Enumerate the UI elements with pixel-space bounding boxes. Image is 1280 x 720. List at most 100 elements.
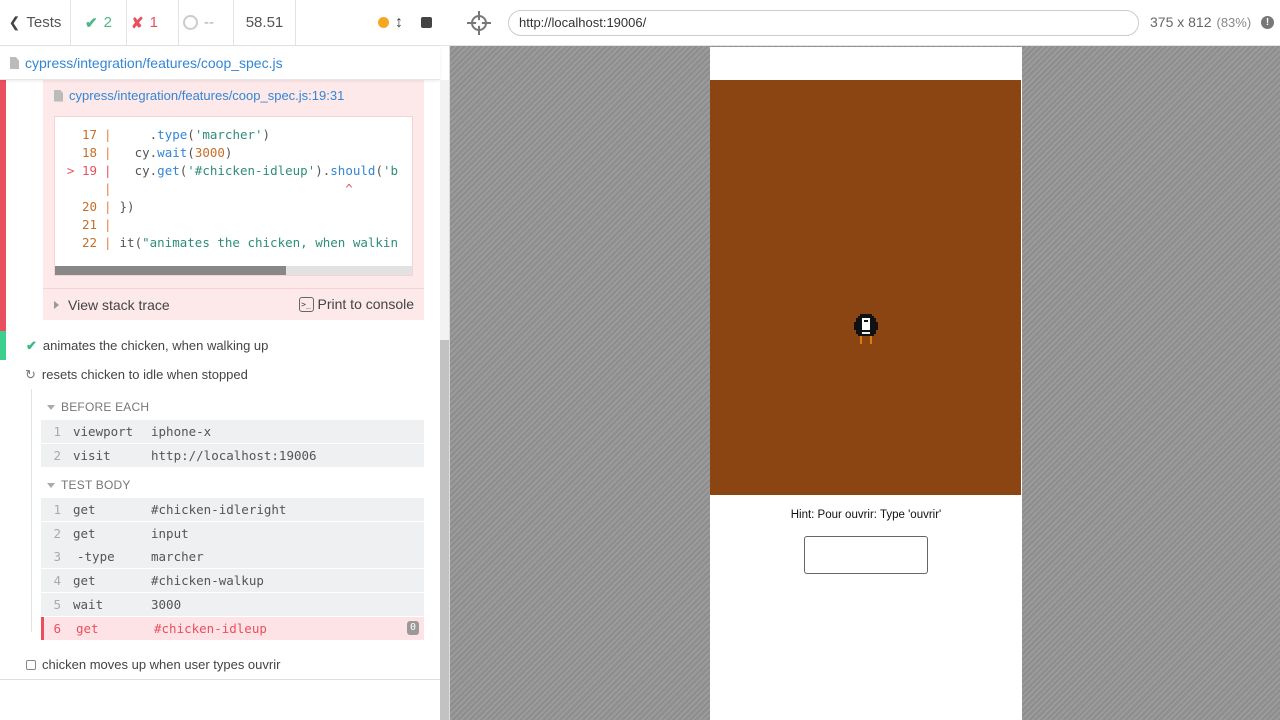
- command-row[interactable]: 4 get #chicken-walkup: [41, 569, 424, 592]
- reporter-panel: ❮ Tests ✔ 2 ✘ 1 -- 58.51 ↕ cypress/integ…: [0, 0, 450, 720]
- hook-title: TEST BODY: [61, 478, 131, 492]
- failed-test: cypress/integration/features/coop_spec.j…: [0, 80, 440, 332]
- command-message: marcher: [151, 549, 204, 564]
- stop-icon[interactable]: [421, 17, 432, 28]
- stats-bar: ❮ Tests ✔ 2 ✘ 1 -- 58.51 ↕: [0, 0, 450, 46]
- code-line-caret: | ^: [104, 181, 353, 196]
- selector-playground-icon[interactable]: [467, 11, 491, 35]
- file-icon: [54, 89, 63, 102]
- file-icon: [10, 57, 19, 69]
- hook-guide-line: [31, 389, 32, 632]
- pending-square-icon: [26, 659, 36, 670]
- failed-count[interactable]: ✘ 1: [127, 0, 179, 45]
- aut-header: http://localhost:19006/ 375 x 812 (83%) …: [450, 0, 1280, 46]
- test-title: animates the chicken, when walking up: [42, 338, 269, 353]
- pending-count[interactable]: --: [179, 0, 234, 45]
- answer-input[interactable]: [804, 536, 928, 574]
- run-controls: ↕: [296, 0, 450, 45]
- command-name: -type: [77, 549, 115, 564]
- command-row[interactable]: 2 get input: [41, 522, 424, 545]
- hook-title: BEFORE EACH: [61, 400, 150, 414]
- game-area: [710, 80, 1021, 495]
- element-count-badge: 0: [406, 621, 419, 635]
- stack-trace-row: View stack trace >_ Print to console: [43, 288, 424, 320]
- auto-scroll-icon[interactable]: ↕: [395, 14, 403, 32]
- codeframe-header: cypress/integration/features/coop_spec.j…: [54, 88, 344, 103]
- command-message: #chicken-idleup: [154, 621, 267, 636]
- terminal-icon: >_: [298, 296, 314, 312]
- duration-value: 58.51: [245, 14, 284, 31]
- command-message: iphone-x: [151, 424, 212, 439]
- info-icon[interactable]: !: [1261, 16, 1274, 29]
- spec-file-link[interactable]: cypress/integration/features/coop_spec.j…: [25, 55, 283, 71]
- print-to-console-label: Print to console: [317, 296, 415, 312]
- url-bar[interactable]: http://localhost:19006/: [508, 10, 1139, 36]
- viewport-info: 375 x 812 (83%): [1150, 14, 1251, 30]
- scrollbar-thumb[interactable]: [440, 340, 449, 720]
- code-line: 22 | it("animates the chicken, when walkin: [81, 235, 398, 250]
- codeframe-file-link[interactable]: cypress/integration/features/coop_spec.j…: [69, 88, 344, 103]
- test-pending[interactable]: chicken moves up when user types ouvrir: [0, 650, 440, 679]
- viewport-scale: (83%): [1216, 15, 1252, 30]
- code-line-highlighted: > 19 | cy.get('#chicken-idleup').should('…: [66, 163, 399, 178]
- code-line: 20 |}): [81, 199, 135, 214]
- check-icon: ✔: [85, 14, 98, 32]
- command-message: http://localhost:19006: [151, 448, 317, 463]
- hook-test-body[interactable]: TEST BODY: [47, 478, 131, 492]
- duration: 58.51: [234, 0, 296, 45]
- command-name: get: [73, 573, 96, 588]
- command-name: viewport: [73, 424, 134, 439]
- code-line: 18 | cy.wait(3000): [81, 145, 233, 160]
- command-message: #chicken-idleright: [151, 502, 287, 517]
- command-name: get: [73, 502, 96, 517]
- passed-number: 2: [103, 14, 112, 31]
- command-row-child[interactable]: 3 -type marcher: [41, 545, 424, 568]
- code-horizontal-scrollbar[interactable]: [55, 266, 412, 275]
- chicken-sprite: [854, 314, 878, 344]
- passed-count[interactable]: ✔ 2: [71, 0, 127, 45]
- caret-right-icon[interactable]: [54, 300, 59, 309]
- command-row[interactable]: 2 visit http://localhost:19006: [41, 444, 424, 467]
- runnables-list[interactable]: cypress/integration/features/coop_spec.j…: [0, 80, 440, 720]
- command-message: 3000: [151, 597, 182, 612]
- print-to-console-button[interactable]: >_ Print to console: [298, 296, 415, 312]
- scrollbar-thumb[interactable]: [55, 266, 286, 275]
- code-line: 17 | .type('marcher'): [81, 127, 271, 142]
- pass-indicator-bar: [0, 331, 6, 360]
- spinner-icon: [183, 15, 198, 30]
- command-name: visit: [73, 448, 111, 463]
- test-passed[interactable]: ✔ animates the chicken, when walking up: [0, 331, 440, 360]
- hint-text: Hint: Pour ouvrir: Type 'ouvrir': [790, 509, 942, 521]
- app-under-test-panel: http://localhost:19006/ 375 x 812 (83%) …: [450, 0, 1280, 720]
- app-iframe: Hint: Pour ouvrir: Type 'ouvrir': [710, 47, 1022, 720]
- command-row[interactable]: 1 viewport iphone-x: [41, 420, 424, 443]
- pending-number: --: [204, 14, 214, 31]
- hook-before-each[interactable]: BEFORE EACH: [47, 400, 149, 414]
- command-row[interactable]: 5 wait 3000: [41, 593, 424, 616]
- command-name: wait: [73, 597, 104, 612]
- failed-number: 1: [149, 14, 158, 31]
- error-panel: cypress/integration/features/coop_spec.j…: [43, 80, 424, 320]
- refresh-icon: ↻: [25, 366, 36, 382]
- caret-down-icon: [47, 482, 55, 488]
- command-message: #chicken-walkup: [151, 573, 264, 588]
- code-line: 21 |: [81, 217, 112, 232]
- check-icon: ✔: [26, 337, 37, 353]
- command-name: get: [73, 526, 96, 541]
- divider: [0, 679, 440, 680]
- test-title: resets chicken to idle when stopped: [41, 367, 248, 382]
- code-frame: 17 | .type('marcher') 18 | cy.wait(3000) >…: [54, 116, 413, 276]
- command-message: input: [151, 526, 189, 541]
- reporter-scrollbar[interactable]: [440, 80, 449, 720]
- command-row-failed[interactable]: 6 get #chicken-idleup 0: [41, 617, 424, 640]
- tests-button[interactable]: ❮ Tests: [0, 0, 71, 45]
- test-running[interactable]: ↻ resets chicken to idle when stopped: [0, 360, 440, 389]
- test-title: chicken moves up when user types ouvrir: [42, 657, 281, 672]
- chevron-left-icon: ❮: [8, 14, 21, 30]
- command-row[interactable]: 1 get #chicken-idleright: [41, 498, 424, 521]
- spec-header: cypress/integration/features/coop_spec.j…: [0, 47, 440, 80]
- running-indicator-icon: [378, 17, 389, 28]
- x-icon: ✘: [131, 14, 144, 32]
- viewport-size: 375 x 812: [1150, 14, 1212, 30]
- view-stack-trace-toggle[interactable]: View stack trace: [68, 297, 170, 313]
